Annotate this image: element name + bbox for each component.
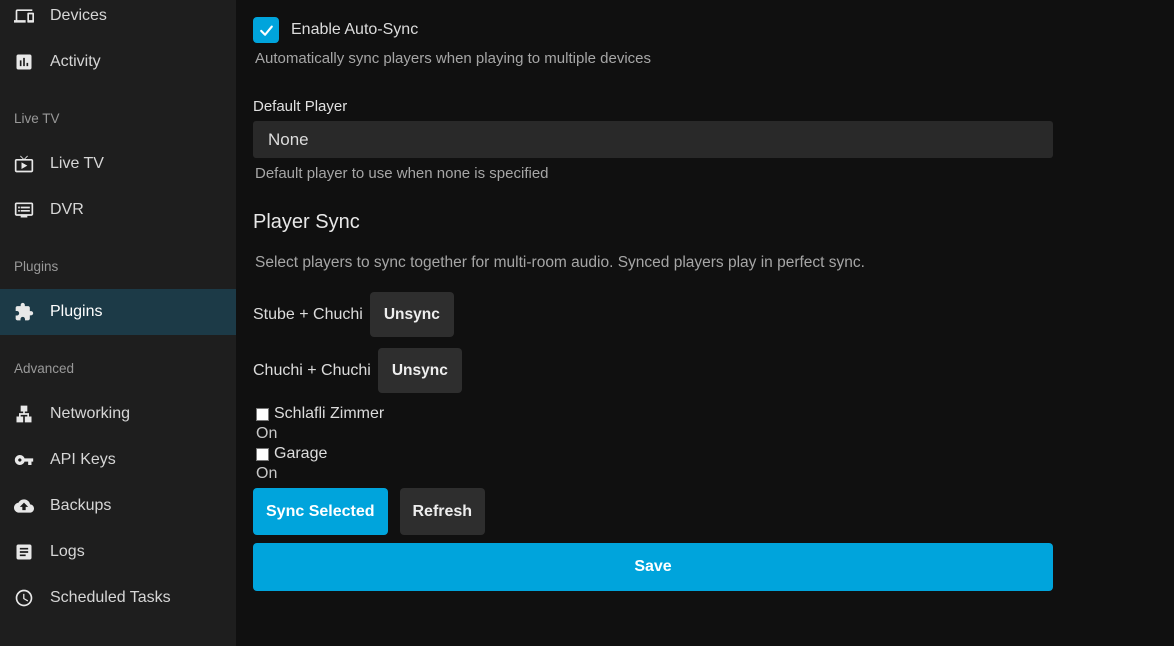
dvr-icon [14, 200, 34, 220]
sidebar-item-devices[interactable]: Devices [0, 0, 236, 39]
sidebar-item-label: Backups [50, 497, 111, 515]
default-player-label: Default Player [253, 98, 1053, 115]
auto-sync-checkbox-row[interactable]: Enable Auto-Sync [253, 17, 1053, 43]
sidebar-item-label: Live TV [50, 155, 104, 173]
backup-icon [14, 496, 34, 516]
player-checkbox[interactable] [256, 448, 269, 461]
sidebar-item-dvr[interactable]: DVR [0, 187, 236, 233]
sidebar-item-label: Activity [50, 53, 101, 71]
player-checkbox-row[interactable]: Garage [256, 444, 1053, 464]
checkmark-icon [258, 22, 275, 39]
save-button[interactable]: Save [253, 543, 1053, 591]
live-tv-icon [14, 154, 34, 174]
settings-form: Enable Auto-Sync Automatically sync play… [253, 17, 1053, 591]
refresh-button[interactable]: Refresh [400, 488, 486, 535]
auto-sync-label: Enable Auto-Sync [291, 21, 418, 39]
sidebar-nav-list: Devices Activity Live TV Live TV DVR Plugins P… [0, 0, 236, 621]
player-sync-description: Select players to sync together for mult… [255, 254, 1053, 272]
devices-icon [14, 6, 34, 26]
player-sync-title: Player Sync [253, 211, 1053, 234]
default-player-select[interactable]: None [253, 121, 1053, 158]
player-name: Schlafli Zimmer [274, 405, 384, 423]
sidebar-item-logs[interactable]: Logs [0, 529, 236, 575]
activity-icon [14, 52, 34, 72]
auto-sync-description: Automatically sync players when playing … [255, 50, 1053, 67]
player-entry: Schlafli ZimmerOn [256, 404, 1053, 444]
sidebar-item-api-keys[interactable]: API Keys [0, 437, 236, 483]
sidebar-item-networking[interactable]: Networking [0, 391, 236, 437]
default-player-value: None [268, 130, 309, 150]
sidebar-section-header: Plugins [0, 243, 236, 289]
sidebar-item-label: API Keys [50, 451, 116, 469]
sidebar-item-live-tv[interactable]: Live TV [0, 141, 236, 187]
player-status: On [256, 464, 1053, 484]
plugin-settings-panel: Enable Auto-Sync Automatically sync play… [236, 0, 1174, 646]
sync-actions-row: Sync Selected Refresh [253, 488, 1053, 535]
sidebar-item-label: Devices [50, 7, 107, 25]
sidebar-item-label: Logs [50, 543, 85, 561]
key-icon [14, 450, 34, 470]
plugins-icon [14, 302, 34, 322]
sidebar-item-label: Plugins [50, 303, 102, 321]
sidebar-item-label: DVR [50, 201, 84, 219]
sidebar-item-plugins[interactable]: Plugins [0, 289, 236, 335]
sync-group-list: Stube + Chuchi Unsync Chuchi + Chuchi Unsyn… [253, 292, 1053, 393]
networking-icon [14, 404, 34, 424]
sync-group-row: Chuchi + Chuchi Unsync [253, 348, 1053, 393]
sync-group-name: Chuchi + Chuchi [253, 362, 371, 380]
sync-group-name: Stube + Chuchi [253, 306, 363, 324]
sync-selected-button[interactable]: Sync Selected [253, 488, 388, 535]
player-entry: GarageOn [256, 444, 1053, 484]
player-status: On [256, 424, 1053, 444]
player-list: Schlafli ZimmerOnGarageOn [256, 404, 1053, 484]
player-checkbox[interactable] [256, 408, 269, 421]
sidebar-item-activity[interactable]: Activity [0, 39, 236, 85]
sidebar-section-header: Advanced [0, 345, 236, 391]
sidebar-item-scheduled-tasks[interactable]: Scheduled Tasks [0, 575, 236, 621]
unsync-button[interactable]: Unsync [370, 292, 454, 337]
auto-sync-checkbox[interactable] [253, 17, 279, 43]
default-player-description: Default player to use when none is speci… [255, 165, 1053, 182]
app-window: Devices Activity Live TV Live TV DVR Plugins P… [0, 0, 1174, 646]
sidebar: Devices Activity Live TV Live TV DVR Plugins P… [0, 0, 236, 646]
sidebar-item-label: Scheduled Tasks [50, 589, 171, 607]
logs-icon [14, 542, 34, 562]
player-checkbox-row[interactable]: Schlafli Zimmer [256, 404, 1053, 424]
sync-group-row: Stube + Chuchi Unsync [253, 292, 1053, 337]
unsync-button[interactable]: Unsync [378, 348, 462, 393]
sidebar-item-label: Networking [50, 405, 130, 423]
clock-icon [14, 588, 34, 608]
sidebar-item-backups[interactable]: Backups [0, 483, 236, 529]
sidebar-section-header: Live TV [0, 95, 236, 141]
player-name: Garage [274, 445, 327, 463]
